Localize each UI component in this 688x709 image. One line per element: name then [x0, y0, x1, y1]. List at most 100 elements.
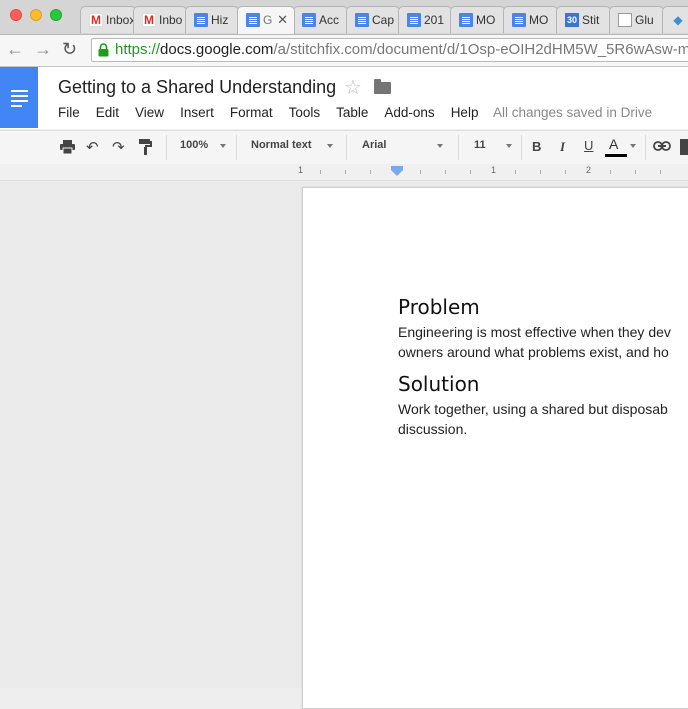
ruler-tick [345, 170, 346, 174]
browser-tab[interactable]: 30 Stit [556, 6, 611, 33]
text-color-swatch [605, 154, 627, 157]
ruler-tick [635, 170, 636, 174]
menu-bar: File Edit View Insert Format Tools Table Add-on… [58, 105, 494, 120]
url-text: https://docs.google.com/a/stitchfix.com/… [115, 39, 688, 61]
menu-table[interactable]: Table [336, 105, 368, 120]
chevron-down-icon [437, 144, 443, 148]
docs-icon [194, 13, 208, 27]
toolbar-separator [236, 135, 237, 160]
browser-tab[interactable]: Cap [346, 6, 400, 33]
toolbar-separator [521, 135, 522, 160]
ruler-tick [445, 170, 446, 174]
docs-home-icon[interactable] [0, 67, 38, 128]
document-page[interactable]: Problem Engineering is most effective wh… [302, 187, 688, 709]
tab-label: G [263, 13, 273, 27]
url-path: /a/stitchfix.com/document/d/1Osp-eOIH2dH… [273, 41, 688, 58]
docs-header: Getting to a Shared Understanding ☆ File… [0, 67, 688, 129]
paragraph-line: Work together, using a shared but dispos… [398, 401, 668, 417]
document-body[interactable]: Problem Engineering is most effective wh… [398, 295, 688, 449]
forward-arrow-icon[interactable]: → [34, 39, 52, 60]
ruler: 1 1 2 [0, 164, 688, 181]
menu-file[interactable]: File [58, 105, 80, 120]
font-size-select[interactable]: 11 [474, 139, 486, 151]
tab-label: Inbo [159, 13, 183, 27]
close-tab-icon[interactable]: ✕ [277, 12, 288, 28]
browser-tab[interactable]: MO [503, 6, 558, 33]
close-window-button[interactable] [10, 9, 22, 21]
back-arrow-icon[interactable]: ← [6, 39, 24, 60]
docs-icon [512, 13, 526, 27]
browser-tab[interactable]: ◆ W [662, 6, 688, 33]
heading-problem[interactable]: Problem [398, 295, 688, 319]
minimize-window-button[interactable] [30, 9, 42, 21]
tab-label: Hiz [211, 13, 229, 27]
reload-icon[interactable]: ↻ [62, 39, 77, 60]
zoom-window-button[interactable] [50, 9, 62, 21]
paragraph-solution[interactable]: Work together, using a shared but dispos… [398, 399, 688, 439]
bold-button[interactable]: B [532, 139, 541, 154]
browser-tab[interactable]: MO [450, 6, 505, 33]
link-icon[interactable] [653, 141, 671, 151]
print-icon[interactable] [60, 140, 75, 154]
folder-icon[interactable] [374, 79, 391, 94]
chevron-down-icon [327, 144, 333, 148]
browser-tab[interactable]: Glu [609, 6, 664, 33]
menu-view[interactable]: View [135, 105, 164, 120]
redo-icon[interactable]: ↷ [112, 138, 125, 156]
address-bar[interactable]: https://docs.google.com/a/stitchfix.com/… [91, 38, 688, 62]
menu-tools[interactable]: Tools [289, 105, 321, 120]
browser-tab-active[interactable]: G ✕ [237, 6, 295, 34]
tab-label: Cap [372, 13, 395, 27]
whale-icon: ◆ [673, 13, 683, 27]
document-title[interactable]: Getting to a Shared Understanding [58, 77, 336, 98]
browser-tab[interactable]: Hiz [185, 6, 239, 33]
comment-icon[interactable] [680, 139, 688, 155]
menu-format[interactable]: Format [230, 105, 273, 120]
chevron-down-icon [506, 144, 512, 148]
paragraph-line: owners around what problems exist, and h… [398, 344, 669, 360]
menu-edit[interactable]: Edit [96, 105, 119, 120]
ruler-tick [610, 170, 611, 174]
browser-tab[interactable]: Acc [293, 6, 348, 33]
formatting-toolbar: ↶ ↷ 100% Normal text Arial 11 B I U A [0, 130, 688, 165]
browser-tab[interactable]: M Inbo [133, 6, 187, 33]
indent-marker-handle[interactable] [391, 170, 403, 176]
menu-insert[interactable]: Insert [180, 105, 214, 120]
paragraph-problem[interactable]: Engineering is most effective when they … [398, 322, 688, 362]
paint-format-icon[interactable] [139, 139, 153, 155]
paragraph-line: Engineering is most effective when they … [398, 324, 671, 340]
browser-tab[interactable]: 201 [398, 6, 452, 33]
tab-label: MO [476, 13, 496, 27]
tab-label: Glu [635, 13, 654, 27]
zoom-select[interactable]: 100% [180, 139, 208, 151]
tab-label: Inbox [106, 13, 136, 27]
ruler-tick [320, 170, 321, 174]
ruler-tick [565, 170, 566, 174]
text-color-button[interactable]: A [609, 136, 618, 152]
font-select[interactable]: Arial [362, 139, 386, 151]
paragraph-line: discussion. [398, 421, 468, 437]
document-canvas: Problem Engineering is most effective wh… [0, 181, 688, 709]
star-icon[interactable]: ☆ [344, 75, 362, 100]
gmail-icon: M [89, 13, 103, 27]
italic-button[interactable]: I [560, 139, 565, 155]
tab-label: 201 [424, 13, 445, 27]
ruler-number: 2 [586, 165, 592, 175]
browser-tab-strip: M Inbox M Inbo Hiz G ✕ Acc Cap 201 MO MO… [0, 0, 688, 35]
paragraph-style-select[interactable]: Normal text [251, 139, 312, 151]
ruler-tick [540, 170, 541, 174]
docs-icon [459, 13, 473, 27]
undo-icon[interactable]: ↶ [86, 138, 99, 156]
menu-add-ons[interactable]: Add-ons [384, 105, 434, 120]
calendar-icon: 30 [565, 13, 579, 27]
heading-solution[interactable]: Solution [398, 372, 688, 396]
ruler-tick [515, 170, 516, 174]
browser-tab[interactable]: M Inbox [80, 6, 136, 33]
browser-toolbar: ← → ↻ https://docs.google.com/a/stitchfi… [0, 35, 688, 67]
underline-button[interactable]: U [584, 138, 593, 153]
save-status[interactable]: All changes saved in Drive [493, 105, 652, 120]
menu-help[interactable]: Help [451, 105, 479, 120]
docs-icon [302, 13, 316, 27]
toolbar-separator [166, 135, 167, 160]
toolbar-separator [458, 135, 459, 160]
